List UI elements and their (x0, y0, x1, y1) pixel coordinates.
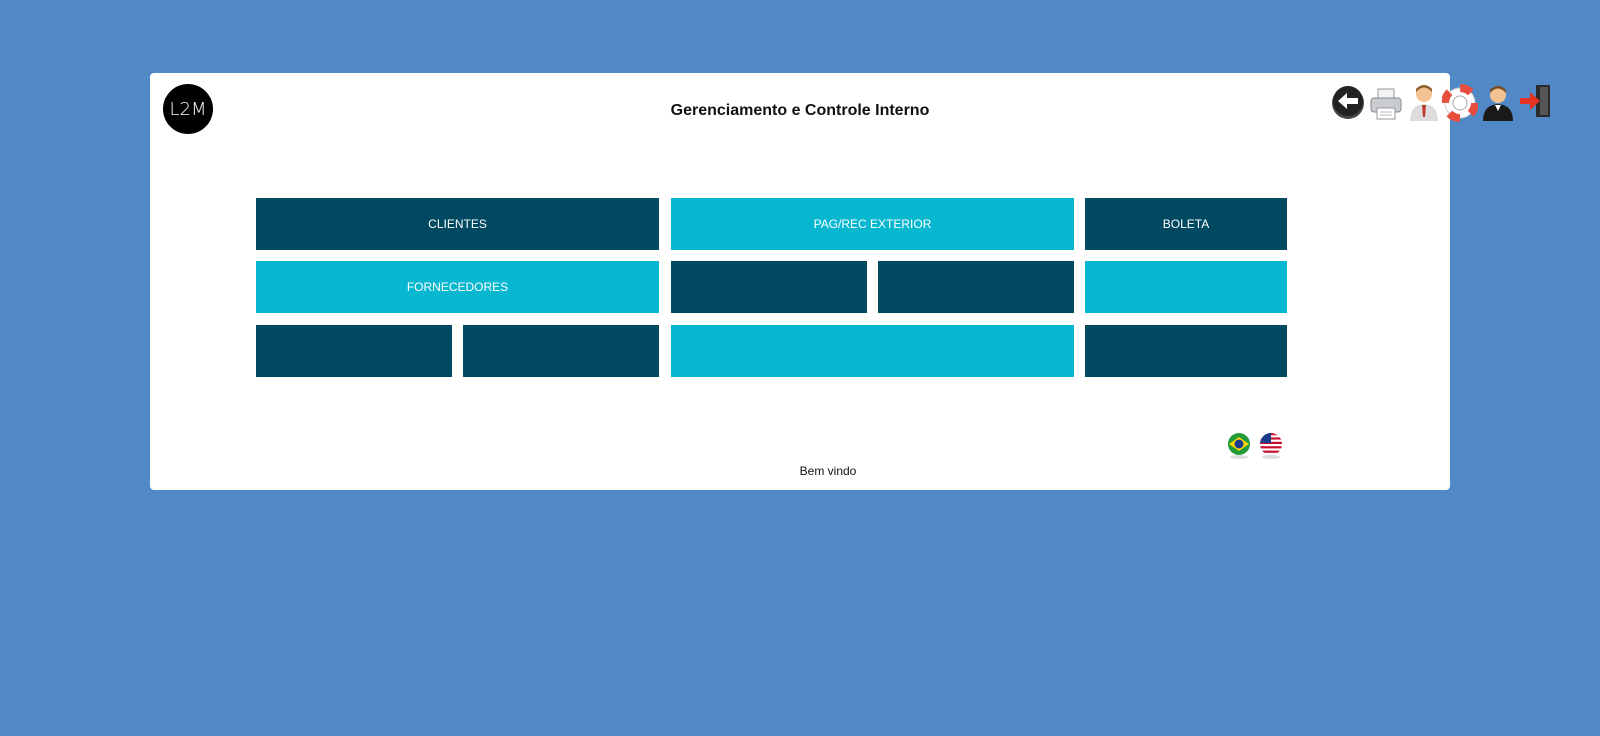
empty-tile-row2-a[interactable] (671, 261, 867, 313)
empty-tile-row3-b[interactable] (463, 325, 659, 377)
empty-tile-row2-c[interactable] (1085, 261, 1287, 313)
fornecedores-tile[interactable]: FORNECEDORES (256, 261, 659, 313)
empty-tile-row2-b[interactable] (878, 261, 1074, 313)
usa-flag-icon[interactable] (1259, 432, 1283, 460)
printer-icon[interactable] (1368, 83, 1404, 123)
pag-rec-exterior-tile[interactable]: PAG/REC EXTERIOR (671, 198, 1074, 250)
main-panel: L2M Gerenciamento e Controle Interno CLI… (150, 73, 1550, 490)
empty-tile-row3-a[interactable] (256, 325, 452, 377)
empty-tile-row3-d[interactable] (1085, 325, 1287, 377)
help-lifebuoy-icon[interactable] (1442, 83, 1478, 123)
empty-tile-row3-c[interactable] (671, 325, 1074, 377)
back-arrow-icon[interactable] (1330, 83, 1366, 123)
user-profile-icon[interactable] (1406, 83, 1442, 123)
user-icon[interactable] (1480, 83, 1516, 123)
welcome-text: Bem vindo (799, 464, 857, 478)
boleta-tile[interactable]: BOLETA (1085, 198, 1287, 250)
clientes-tile[interactable]: CLIENTES (256, 198, 659, 250)
brazil-flag-icon[interactable] (1227, 432, 1251, 460)
logout-icon[interactable] (1518, 83, 1554, 123)
page-title: Gerenciamento e Controle Interno (670, 102, 930, 119)
